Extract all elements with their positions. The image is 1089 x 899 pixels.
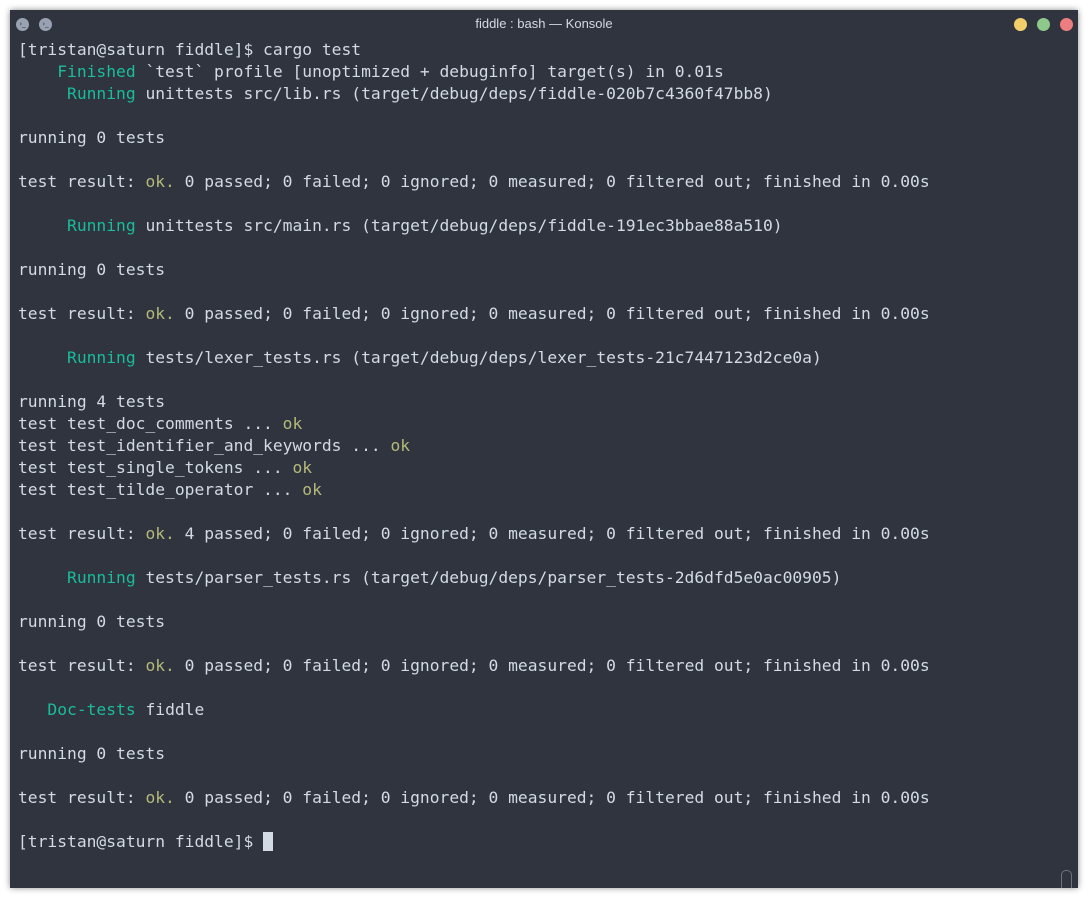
result-status: ok. <box>145 524 175 543</box>
test-result-line: test result: ok. 0 passed; 0 failed; 0 i… <box>18 303 930 325</box>
result-summary: 0 passed; 0 failed; 0 ignored; 0 measure… <box>174 656 930 675</box>
output-line: Running tests/lexer_tests.rs (target/deb… <box>18 347 822 369</box>
finished-label: Finished <box>57 62 136 81</box>
test-result-line: test result: ok. 0 passed; 0 failed; 0 i… <box>18 655 930 677</box>
prompt-line[interactable]: [tristan@saturn fiddle]$ <box>18 831 274 853</box>
running-target: tests/lexer_tests.rs (target/debug/deps/… <box>135 348 822 367</box>
scrollbar-thumb[interactable] <box>1061 870 1072 888</box>
konsole-window: ›_ ›_ fiddle : bash — Konsole [tristan@s… <box>10 10 1078 888</box>
result-summary: 0 passed; 0 failed; 0 ignored; 0 measure… <box>174 304 930 323</box>
result-status: ok. <box>145 788 175 807</box>
running-label: Running <box>67 348 136 367</box>
doctests-label: Doc-tests <box>47 700 136 719</box>
test-result-line: test result: ok. 0 passed; 0 failed; 0 i… <box>18 787 930 809</box>
test-case-line: test test_doc_comments ... ok <box>18 413 302 435</box>
test-status: ok <box>292 458 313 477</box>
running-target: tests/parser_tests.rs (target/debug/deps… <box>135 568 842 587</box>
output-line: running 4 tests <box>18 392 166 411</box>
result-status: ok. <box>145 304 175 323</box>
test-status: ok <box>302 480 322 499</box>
close-button[interactable] <box>1060 18 1073 31</box>
minimize-button[interactable] <box>1014 18 1027 31</box>
result-status: ok. <box>145 172 175 191</box>
terminal-output[interactable]: [tristan@saturn fiddle]$ cargo test Fini… <box>10 39 1058 884</box>
test-result-line: test result: ok. 0 passed; 0 failed; 0 i… <box>18 171 930 193</box>
running-target: unittests src/lib.rs (target/debug/deps/… <box>135 84 773 103</box>
output-line: running 0 tests <box>18 744 166 763</box>
output-line: running 0 tests <box>18 612 166 631</box>
result-prefix: test result: <box>18 788 146 807</box>
command-line: [tristan@saturn fiddle]$ cargo test <box>18 40 362 59</box>
result-summary: 0 passed; 0 failed; 0 ignored; 0 measure… <box>174 788 930 807</box>
result-prefix: test result: <box>18 304 146 323</box>
output-line: Running tests/parser_tests.rs (target/de… <box>18 567 841 589</box>
scrollbar-track[interactable] <box>1059 39 1078 888</box>
running-label: Running <box>67 568 136 587</box>
result-prefix: test result: <box>18 656 146 675</box>
test-status: ok <box>282 414 303 433</box>
test-status: ok <box>390 436 411 455</box>
output-line: Running unittests src/main.rs (target/de… <box>18 215 783 237</box>
output-line: Running unittests src/lib.rs (target/deb… <box>18 83 773 105</box>
test-name: test test_doc_comments ... <box>18 414 283 433</box>
test-name: test test_tilde_operator ... <box>18 480 303 499</box>
output-line: running 0 tests <box>18 128 166 147</box>
test-name: test test_identifier_and_keywords ... <box>18 436 391 455</box>
result-status: ok. <box>145 656 175 675</box>
test-result-line: test result: ok. 4 passed; 0 failed; 0 i… <box>18 523 930 545</box>
test-case-line: test test_tilde_operator ... ok <box>18 479 322 501</box>
maximize-button[interactable] <box>1037 18 1050 31</box>
doctests-target: fiddle <box>135 700 205 719</box>
text-cursor <box>263 832 274 851</box>
result-prefix: test result: <box>18 172 146 191</box>
result-summary: 0 passed; 0 failed; 0 ignored; 0 measure… <box>174 172 930 191</box>
finished-text: `test` profile [unoptimized + debuginfo]… <box>135 62 724 81</box>
window-title: fiddle : bash — Konsole <box>475 16 613 31</box>
output-line: running 0 tests <box>18 260 166 279</box>
running-label: Running <box>67 84 136 103</box>
output-line: Doc-tests fiddle <box>18 699 204 721</box>
result-summary: 4 passed; 0 failed; 0 ignored; 0 measure… <box>174 524 930 543</box>
running-target: unittests src/main.rs (target/debug/deps… <box>135 216 783 235</box>
test-name: test test_single_tokens ... <box>18 458 293 477</box>
result-prefix: test result: <box>18 524 146 543</box>
title-bar[interactable]: ›_ ›_ fiddle : bash — Konsole <box>10 10 1078 38</box>
output-line: Finished `test` profile [unoptimized + d… <box>18 61 724 83</box>
test-case-line: test test_identifier_and_keywords ... ok <box>18 435 410 457</box>
running-label: Running <box>67 216 136 235</box>
shell-prompt: [tristan@saturn fiddle]$ <box>18 832 264 851</box>
test-case-line: test test_single_tokens ... ok <box>18 457 312 479</box>
